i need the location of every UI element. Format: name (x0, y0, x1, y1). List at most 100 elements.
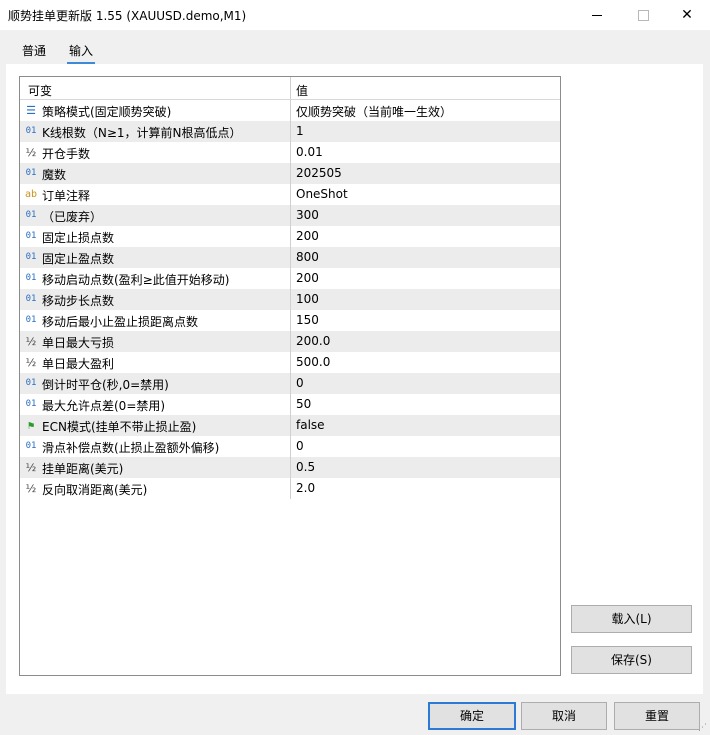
param-value[interactable]: 800 (296, 250, 319, 264)
table-row[interactable]: 01 滑点补偿点数(止损止盈额外偏移) 0 (20, 436, 560, 457)
cancel-button[interactable]: 取消 (521, 702, 607, 730)
param-value[interactable]: 200 (296, 229, 319, 243)
param-value[interactable]: 1 (296, 124, 304, 138)
param-value[interactable]: 0 (296, 439, 304, 453)
tab-general[interactable]: 普通 (20, 42, 48, 62)
table-row[interactable]: ☰ 策略模式(固定顺势突破) 仅顺势突破（当前唯一生效） (20, 100, 560, 121)
param-name: 固定止损点数 (42, 231, 115, 245)
minimize-icon (592, 14, 602, 16)
title-bar: 顺势挂单更新版 1.55 (XAUUSD.demo,M1) ✕ (0, 0, 710, 30)
table-row[interactable]: ½ 开仓手数 0.01 (20, 142, 560, 163)
integer-icon: 01 (25, 126, 37, 136)
param-value[interactable]: 0.01 (296, 145, 323, 159)
param-value[interactable]: 仅顺势突破（当前唯一生效） (296, 103, 452, 120)
param-name: 策略模式(固定顺势突破) (42, 105, 172, 119)
grid-rows: ☰ 策略模式(固定顺势突破) 仅顺势突破（当前唯一生效） 01 K线根数（N≥1，计算前… (20, 100, 560, 499)
param-value[interactable]: 300 (296, 208, 319, 222)
string-icon: ab (24, 189, 38, 200)
double-icon: ½ (25, 146, 37, 159)
grid-header: 可变 值 (20, 77, 560, 100)
column-separator (290, 352, 291, 373)
param-value[interactable]: 500.0 (296, 355, 330, 369)
param-value[interactable]: 50 (296, 397, 311, 411)
param-value[interactable]: 200 (296, 271, 319, 285)
table-row[interactable]: ½ 挂单距离(美元) 0.5 (20, 457, 560, 478)
table-row[interactable]: 01 移动后最小止盈止损距离点数 150 (20, 310, 560, 331)
table-row[interactable]: 01 倒计时平仓(秒,0=禁用) 0 (20, 373, 560, 394)
column-separator[interactable] (290, 77, 291, 99)
table-row[interactable]: ab 订单注释 OneShot (20, 184, 560, 205)
column-separator (290, 331, 291, 352)
param-name: 魔数 (42, 168, 67, 182)
table-row[interactable]: 01 （已废弃） 300 (20, 205, 560, 226)
table-row[interactable]: 01 移动步长点数 100 (20, 289, 560, 310)
column-separator (290, 247, 291, 268)
column-separator (290, 373, 291, 394)
param-name: ECN模式(挂单不带止损止盈) (42, 420, 197, 434)
param-value[interactable]: false (296, 418, 325, 432)
maximize-button[interactable] (620, 0, 666, 30)
table-row[interactable]: 01 固定止盈点数 800 (20, 247, 560, 268)
param-value[interactable]: OneShot (296, 187, 348, 201)
parameter-grid: 可变 值 ☰ 策略模式(固定顺势突破) 仅顺势突破（当前唯一生效） 01 K线根数（N≥… (19, 76, 561, 676)
header-variable[interactable]: 可变 (28, 82, 52, 99)
param-value[interactable]: 200.0 (296, 334, 330, 348)
header-value[interactable]: 值 (296, 82, 308, 99)
table-row[interactable]: 01 固定止损点数 200 (20, 226, 560, 247)
param-name: 挂单距离(美元) (42, 462, 124, 476)
tab-inputs[interactable]: 输入 (67, 42, 96, 64)
window-title: 顺势挂单更新版 1.55 (XAUUSD.demo,M1) (8, 9, 247, 23)
table-row[interactable]: 01 魔数 202505 (20, 163, 560, 184)
integer-icon: 01 (25, 441, 37, 451)
integer-icon: 01 (25, 399, 37, 409)
column-separator (290, 268, 291, 289)
close-button[interactable]: ✕ (664, 0, 710, 30)
column-separator (290, 394, 291, 415)
double-icon: ½ (25, 461, 37, 474)
reset-button[interactable]: 重置 (614, 702, 700, 730)
column-separator (290, 184, 291, 205)
param-value[interactable]: 0.5 (296, 460, 315, 474)
column-separator (290, 121, 291, 142)
minimize-button[interactable] (574, 0, 620, 30)
param-name: 反向取消距离(美元) (42, 483, 148, 497)
param-name: 倒计时平仓(秒,0=禁用) (42, 378, 169, 392)
save-button[interactable]: 保存(S) (571, 646, 692, 674)
table-row[interactable]: 01 K线根数（N≥1，计算前N根高低点） 1 (20, 121, 560, 142)
param-name: 移动启动点数(盈利≥此值开始移动) (42, 273, 230, 287)
table-row[interactable]: ½ 反向取消距离(美元) 2.0 (20, 478, 560, 499)
param-value[interactable]: 202505 (296, 166, 342, 180)
double-icon: ½ (25, 335, 37, 348)
ok-button[interactable]: 确定 (428, 702, 516, 730)
param-name: 固定止盈点数 (42, 252, 115, 266)
column-separator (290, 142, 291, 163)
column-separator (290, 205, 291, 226)
column-separator (290, 310, 291, 331)
integer-icon: 01 (25, 252, 37, 262)
param-name: 订单注释 (42, 189, 91, 203)
resize-grip-icon[interactable]: ⋰ (698, 723, 708, 733)
table-row[interactable]: 01 最大允许点差(0=禁用) 50 (20, 394, 560, 415)
param-value[interactable]: 100 (296, 292, 319, 306)
column-separator (290, 100, 291, 121)
column-separator (290, 163, 291, 184)
table-row[interactable]: ½ 单日最大亏损 200.0 (20, 331, 560, 352)
table-row[interactable]: 01 移动启动点数(盈利≥此值开始移动) 200 (20, 268, 560, 289)
integer-icon: 01 (25, 315, 37, 325)
column-separator (290, 478, 291, 499)
integer-icon: 01 (25, 378, 37, 388)
param-value[interactable]: 150 (296, 313, 319, 327)
double-icon: ½ (25, 356, 37, 369)
column-separator (290, 289, 291, 310)
integer-icon: 01 (25, 273, 37, 283)
param-value[interactable]: 0 (296, 376, 304, 390)
table-row[interactable]: ½ 单日最大盈利 500.0 (20, 352, 560, 373)
double-icon: ½ (25, 482, 37, 495)
maximize-icon (637, 9, 649, 21)
table-row[interactable]: ⚑ ECN模式(挂单不带止损止盈) false (20, 415, 560, 436)
param-value[interactable]: 2.0 (296, 481, 315, 495)
param-name: 移动后最小止盈止损距离点数 (42, 315, 199, 329)
tab-bar: 普通 输入 (6, 36, 706, 64)
load-button[interactable]: 载入(L) (571, 605, 692, 633)
close-icon: ✕ (681, 7, 693, 23)
